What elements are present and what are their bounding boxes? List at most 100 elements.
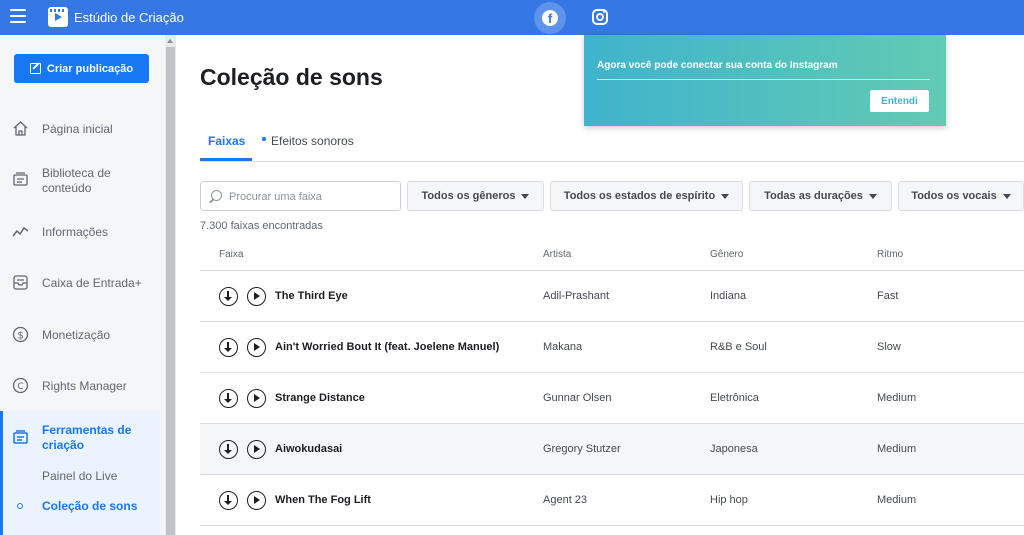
sidebar-item-label: Rights Manager (42, 379, 127, 393)
download-icon[interactable] (219, 287, 238, 306)
tab-tracks[interactable]: Faixas (208, 134, 245, 148)
create-post-label: Criar publicação (46, 62, 134, 75)
sidebar-scrollbar[interactable] (165, 35, 176, 535)
track-title: The Third Eye (275, 290, 348, 302)
table-row[interactable]: Ain't Worried Bout It (feat. Joelene Man… (200, 322, 1024, 373)
track-genre: Eletrônica (710, 392, 759, 404)
track-genre: Hip hop (710, 494, 748, 506)
search-icon (211, 190, 222, 201)
new-indicator-dot (262, 137, 266, 141)
tab-bar: Faixas Efeitos sonoros (200, 127, 1024, 162)
sidebar-subitem-live-dashboard[interactable]: Painel do Live (42, 469, 117, 483)
results-count: 7.300 faixas encontradas (200, 220, 323, 232)
dollar-icon: $ (12, 326, 29, 343)
genre-filter[interactable]: Todos os gêneros (407, 181, 544, 211)
insights-icon (12, 226, 29, 237)
mood-filter[interactable]: Todos os estados de espírito (550, 181, 743, 211)
track-genre: Indiana (710, 290, 747, 302)
track-genre: R&B e Soul (710, 341, 767, 353)
play-icon[interactable] (247, 389, 266, 408)
play-icon[interactable] (247, 491, 266, 510)
column-header-track: Faixa (219, 249, 244, 260)
track-title: Strange Distance (275, 392, 365, 404)
track-artist: Makana (543, 341, 583, 353)
facebook-icon: f (542, 10, 558, 26)
got-it-button[interactable]: Entendi (870, 90, 929, 112)
play-icon[interactable] (247, 440, 266, 459)
track-tempo: Medium (877, 392, 917, 404)
track-artist: Adil-Prashant (543, 290, 610, 302)
table-row[interactable]: When The Fog Lift Agent 23 Hip hop Mediu… (200, 475, 1024, 526)
vocals-filter[interactable]: Todos os vocais (898, 181, 1024, 211)
sidebar-item-label: Página inicial (42, 122, 113, 136)
table-row[interactable]: Aiwokudasai Gregory Stutzer Japonesa Med… (200, 424, 1024, 475)
sidebar-item-label: Ferramentas de criação (42, 423, 132, 452)
table-row[interactable]: The Third Eye Adil-Prashant Indiana Fast (200, 271, 1024, 322)
active-indicator (0, 411, 3, 535)
tab-sound-effects[interactable]: Efeitos sonoros (271, 134, 354, 148)
search-input[interactable] (229, 188, 394, 205)
table-row[interactable]: Strange Distance Gunnar Olsen Eletrônica… (200, 373, 1024, 424)
page-title: Coleção de sons (200, 64, 383, 90)
popup-divider (597, 79, 930, 80)
track-tempo: Medium (877, 494, 917, 506)
sidebar-item-home[interactable]: Página inicial (0, 116, 160, 142)
sidebar-item-inbox[interactable]: Caixa de Entrada+ (0, 270, 160, 296)
sidebar-item-label: Informações (42, 225, 109, 239)
instagram-tab[interactable] (591, 8, 609, 26)
track-artist: Agent 23 (543, 494, 588, 506)
inbox-icon (13, 275, 28, 290)
hamburger-icon[interactable] (10, 9, 26, 25)
popup-message: Agora você pode conectar sua conta do In… (597, 60, 838, 71)
filter-label: Todos os estados de espírito (563, 190, 716, 202)
caret-down-icon (868, 193, 877, 199)
download-icon[interactable] (219, 440, 238, 459)
column-header-artist: Artista (543, 249, 572, 260)
filter-label: Todos os vocais (911, 190, 997, 202)
sidebar-item-rights-manager[interactable]: C Rights Manager (0, 373, 160, 399)
play-icon[interactable] (247, 287, 266, 306)
column-header-tempo: Ritmo (877, 249, 904, 260)
track-tempo: Fast (877, 290, 899, 302)
sidebar-item-label: Monetização (42, 328, 111, 342)
track-artist: Gunnar Olsen (543, 392, 612, 404)
sidebar-item-creative-tools[interactable]: Ferramentas de criação Painel do Live Co… (0, 411, 160, 535)
scroll-up-icon[interactable] (167, 39, 173, 43)
duration-filter[interactable]: Todas as durações (749, 181, 892, 211)
search-box (200, 181, 401, 211)
tab-selected-indicator (200, 158, 252, 161)
home-icon (13, 121, 28, 136)
svg-text:$: $ (17, 331, 23, 342)
track-tempo: Slow (877, 341, 901, 353)
scrollbar-thumb[interactable] (166, 47, 175, 535)
current-page-indicator (17, 503, 23, 509)
caret-down-icon (521, 193, 530, 199)
track-title: When The Fog Lift (275, 494, 371, 506)
filter-label: Todos os gêneros (421, 190, 516, 202)
track-title: Aiwokudasai (275, 443, 343, 455)
edit-icon (29, 63, 41, 74)
sidebar-subitem-sound-collection[interactable]: Coleção de sons (42, 499, 137, 513)
download-icon[interactable] (219, 491, 238, 510)
caret-down-icon (721, 193, 730, 199)
top-bar: Estúdio de Criação f (0, 0, 1024, 35)
play-icon[interactable] (247, 338, 266, 357)
create-post-button[interactable]: Criar publicação (14, 54, 149, 83)
clapperboard-icon (48, 7, 68, 27)
sidebar-item-insights[interactable]: Informações (0, 219, 160, 245)
sidebar-item-label: Caixa de Entrada+ (42, 276, 142, 290)
download-icon[interactable] (219, 338, 238, 357)
instagram-connect-popup: Agora você pode conectar sua conta do In… (584, 35, 946, 126)
copyright-icon: C (12, 377, 29, 394)
facebook-tab[interactable]: f (534, 2, 566, 34)
library-icon (13, 172, 28, 186)
sidebar-item-library[interactable]: Biblioteca de conteúdo (0, 162, 160, 198)
track-genre: Japonesa (710, 443, 758, 455)
download-icon[interactable] (219, 389, 238, 408)
track-title: Ain't Worried Bout It (feat. Joelene Man… (275, 341, 500, 353)
track-artist: Gregory Stutzer (543, 443, 621, 455)
sidebar-item-monetization[interactable]: $ Monetização (0, 322, 160, 348)
filter-label: Todas as durações (764, 190, 863, 202)
svg-text:C: C (17, 382, 23, 392)
app-title: Estúdio de Criação (74, 10, 184, 25)
